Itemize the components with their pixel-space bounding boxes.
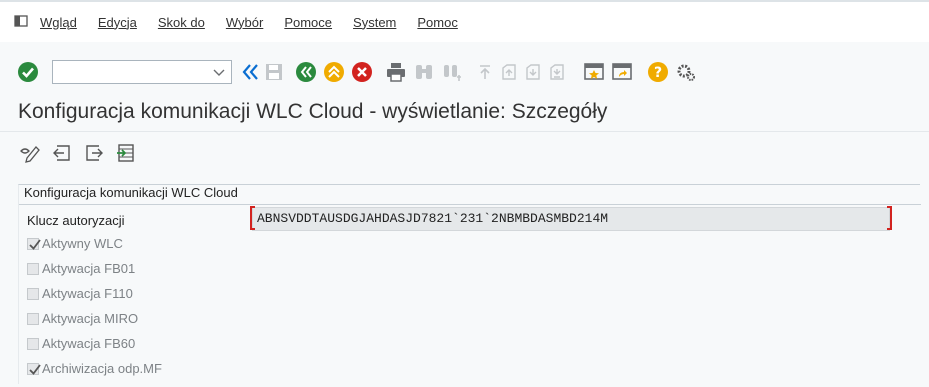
print-icon[interactable] [384, 60, 408, 84]
svg-text:?: ? [654, 65, 662, 81]
menu-bar: Wgląd Edycja Skok do Wybór Pomoce System… [0, 2, 929, 42]
back-icon[interactable] [294, 60, 318, 84]
fb60-label: Aktywacja FB60 [42, 336, 136, 351]
group-title: Konfiguracja komunikacji WLC Cloud [24, 185, 238, 200]
menu-item-goto[interactable]: Skok do [158, 15, 205, 30]
field-bracket-left [250, 206, 255, 230]
menu-icon[interactable] [14, 14, 30, 30]
title-divider [0, 131, 929, 132]
help-icon[interactable]: ? [646, 60, 670, 84]
next-entry-icon[interactable] [82, 141, 106, 165]
settings-icon[interactable] [674, 60, 698, 84]
checkbox-row-miro: Aktywacja MIRO [27, 311, 138, 326]
next-page-icon [522, 60, 546, 84]
fb60-checkbox[interactable] [27, 337, 39, 350]
miro-checkbox[interactable] [27, 312, 39, 325]
wlc-active-checkbox[interactable] [27, 237, 41, 250]
cancel-icon[interactable] [350, 60, 374, 84]
miro-label: Aktywacja MIRO [42, 311, 139, 326]
menu-item-help[interactable]: Pomoc [417, 15, 457, 30]
checkbox-row-wlc-active: Aktywny WLC [27, 236, 123, 251]
application-toolbar [18, 141, 146, 165]
display-change-icon[interactable] [18, 141, 42, 165]
group-title-underline [19, 204, 921, 205]
command-input[interactable] [53, 61, 203, 83]
command-field[interactable] [52, 60, 232, 84]
checkbox-row-f110: Aktywacja F110 [27, 286, 133, 301]
checkbox-row-archiving: Archiwizacja odp.MF [27, 361, 162, 376]
first-page-icon [474, 60, 498, 84]
checkbox-row-fb60: Aktywacja FB60 [27, 336, 135, 351]
back-exit-icon[interactable] [238, 60, 262, 84]
create-session-icon[interactable] [582, 60, 606, 84]
menu-item-view[interactable]: Wgląd [40, 15, 77, 30]
standard-toolbar: ? [0, 52, 929, 92]
menu-item-selection[interactable]: Wybór [226, 15, 263, 30]
fb01-label: Aktywacja FB01 [42, 261, 136, 276]
find-next-icon [440, 60, 464, 84]
archiving-label: Archiwizacja odp.MF [42, 361, 162, 376]
menu-item-edit[interactable]: Edycja [98, 15, 137, 30]
f110-label: Aktywacja F110 [42, 286, 133, 301]
wlc-active-label: Aktywny WLC [42, 236, 123, 251]
checkbox-row-fb01: Aktywacja FB01 [27, 261, 135, 276]
previous-page-icon [498, 60, 522, 84]
menu-item-system[interactable]: System [353, 15, 396, 30]
field-bracket-right [887, 206, 892, 230]
previous-entry-icon[interactable] [50, 141, 74, 165]
menu-item-utilities[interactable]: Pomoce [284, 15, 332, 30]
shortcut-icon[interactable] [610, 60, 634, 84]
exit-icon[interactable] [322, 60, 346, 84]
save-icon[interactable] [262, 60, 286, 84]
last-page-icon [546, 60, 570, 84]
find-icon [412, 60, 436, 84]
select-entry-icon[interactable] [114, 141, 138, 165]
chevron-down-icon[interactable] [211, 65, 227, 81]
page-title: Konfiguracja komunikacji WLC Cloud - wyś… [18, 100, 608, 123]
auth-key-field[interactable]: ABNSVDDTAUSDGJAHDASJD7821`231`2NBMBDASMB… [252, 207, 890, 231]
fb01-checkbox[interactable] [27, 262, 39, 275]
f110-checkbox[interactable] [27, 287, 39, 300]
enter-icon[interactable] [16, 60, 40, 84]
archiving-checkbox[interactable] [27, 362, 41, 375]
auth-key-label: Klucz autoryzacji [27, 213, 125, 228]
